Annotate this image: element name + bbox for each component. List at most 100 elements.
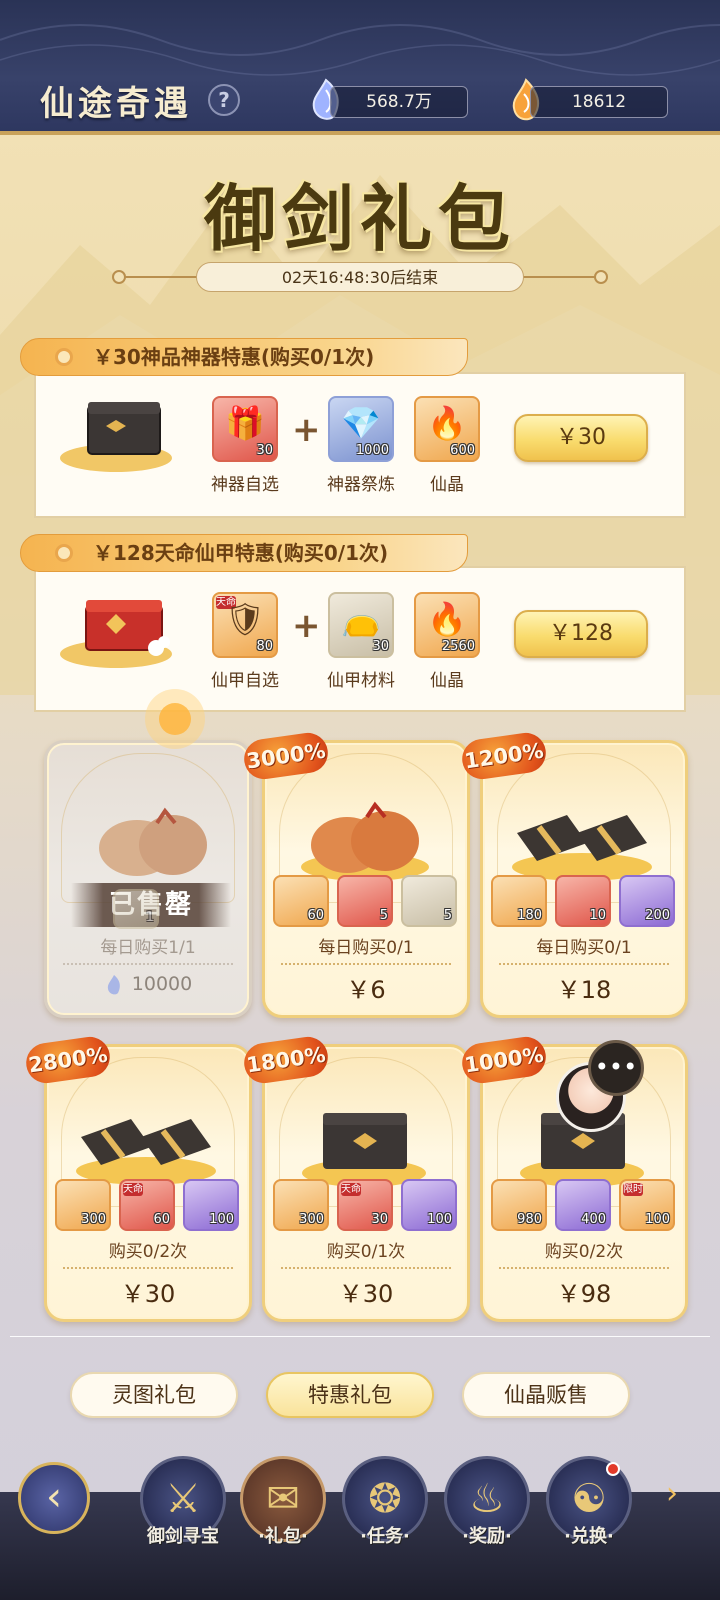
offer-tag-armor: ￥128天命仙甲特惠(购买0/1次) <box>20 534 468 572</box>
pack-item[interactable]: 400 <box>555 1179 611 1231</box>
item-qty: 30 <box>371 1212 388 1227</box>
pack-item[interactable]: 5 <box>401 875 457 927</box>
double-chest-icon <box>76 1119 216 1185</box>
pack-item[interactable]: 180 <box>491 875 547 927</box>
item-qty: 2560 <box>441 639 475 654</box>
card-divider <box>63 963 233 965</box>
red-chest-icon: 🎁 <box>225 404 265 442</box>
pack-item[interactable]: 限时 100 <box>619 1179 675 1231</box>
item-label: 神器自选 <box>211 475 279 495</box>
item-qty: 100 <box>209 1212 234 1227</box>
item-label: 神器祭炼 <box>327 475 395 495</box>
destiny-tag: 天命 <box>341 1183 361 1196</box>
buy-30-button[interactable]: ￥30 <box>514 414 648 462</box>
daily-limit: 每日购买0/1 <box>536 938 632 958</box>
item-qty: 5 <box>379 908 388 923</box>
timer-ornament <box>594 270 608 284</box>
price-label: 10000 <box>131 973 193 995</box>
spirit-stone-balance: 568.7万 <box>330 86 468 118</box>
pack-item[interactable]: 5 <box>337 875 393 927</box>
card-divider <box>63 1267 233 1269</box>
tag-ornament-icon <box>55 544 73 562</box>
red-chest-icon <box>60 600 172 668</box>
armor-select-item[interactable]: 天命 🛡 80 <box>212 592 278 658</box>
price-label[interactable]: ￥30 <box>47 1274 249 1309</box>
item-qty: 300 <box>81 1212 106 1227</box>
offer-tag-label: ￥128天命仙甲特惠(购买0/1次) <box>93 541 389 565</box>
armor-icon: 🛡 <box>224 600 266 638</box>
price-label[interactable]: ￥30 <box>265 1274 467 1309</box>
price-label[interactable]: ￥6 <box>265 970 467 1005</box>
tab-special-pack[interactable]: 特惠礼包 <box>266 1372 434 1418</box>
item-qty: 60 <box>307 908 324 923</box>
daily-pack-card-soldout: 已售罄 1 每日购买1/1 10000 <box>44 740 252 1018</box>
pack-item[interactable]: 300 <box>273 1179 329 1231</box>
daily-pack-card-18[interactable]: 180 10 200 每日购买0/1 ￥18 <box>480 740 688 1018</box>
tag-ornament-icon <box>55 348 73 366</box>
item-qty: 180 <box>517 908 542 923</box>
chat-icon[interactable]: ••• <box>588 1040 644 1096</box>
nav-label-reward[interactable]: ·奖励· <box>432 1522 542 1548</box>
price-label[interactable]: ￥18 <box>483 970 685 1005</box>
item-qty: 1 <box>145 910 154 925</box>
nav-label-exchange[interactable]: ·兑换· <box>534 1522 644 1548</box>
offer-tag-label: ￥30神品神器特惠(购买0/1次) <box>93 345 375 369</box>
help-icon[interactable]: ? <box>208 84 240 116</box>
page-title: 仙途奇遇 <box>40 84 192 124</box>
daily-pack-card-6[interactable]: 60 5 5 每日购买0/1 ￥6 <box>262 740 470 1018</box>
event-title: 御剑礼包 <box>203 176 516 261</box>
daily-limit: 每日购买0/1 <box>318 938 414 958</box>
item-qty: 30 <box>256 443 273 458</box>
item-qty: 200 <box>645 908 670 923</box>
nav-label-treasure[interactable]: 御剑寻宝 <box>128 1522 238 1548</box>
pack-card-30a[interactable]: 300 天命 60 100 购买0/2次 ￥30 <box>44 1044 252 1322</box>
next-arrow-icon[interactable]: › <box>666 1476 678 1511</box>
tab-spirit-map-pack[interactable]: 灵图礼包 <box>70 1372 238 1418</box>
glow-orb-icon <box>145 689 205 749</box>
item-qty: 80 <box>256 639 273 654</box>
card-divider <box>281 963 451 965</box>
spirit-stone-icon <box>107 974 120 994</box>
notification-dot <box>606 1462 620 1476</box>
plus-icon: + <box>292 606 321 646</box>
item-label: 仙甲材料 <box>327 671 395 691</box>
section-divider <box>10 1336 710 1337</box>
pack-item[interactable]: 100 <box>401 1179 457 1231</box>
price-row: 10000 <box>47 973 249 996</box>
purchase-limit: 购买0/2次 <box>108 1242 188 1262</box>
dark-chest-icon <box>302 1113 426 1187</box>
pack-item[interactable]: 60 <box>273 875 329 927</box>
tab-crystal-sale[interactable]: 仙晶贩售 <box>462 1372 630 1418</box>
artifact-select-item[interactable]: 🎁 30 <box>212 396 278 462</box>
bag-icon <box>301 801 429 881</box>
plus-icon: + <box>292 410 321 450</box>
back-arrow-icon[interactable]: ‹ <box>18 1462 90 1534</box>
item-qty: 980 <box>517 1212 542 1227</box>
pack-item[interactable]: 天命 60 <box>119 1179 175 1231</box>
limited-tag: 限时 <box>623 1183 643 1196</box>
card-divider <box>499 1267 669 1269</box>
flame-crystal-balance: 18612 <box>530 86 668 118</box>
pack-item[interactable]: 980 <box>491 1179 547 1231</box>
item-qty: 100 <box>645 1212 670 1227</box>
nav-label-pack[interactable]: ·礼包· <box>228 1522 338 1548</box>
destiny-tag: 天命 <box>123 1183 143 1196</box>
item-qty: 300 <box>299 1212 324 1227</box>
pack-item[interactable]: 天命 30 <box>337 1179 393 1231</box>
artifact-refine-item[interactable]: 💎 1000 <box>328 396 394 462</box>
nav-label-task[interactable]: ·任务· <box>330 1522 440 1548</box>
price-label[interactable]: ￥98 <box>483 1274 685 1309</box>
pack-item[interactable]: 10 <box>555 875 611 927</box>
armor-material-item[interactable]: 👝 30 <box>328 592 394 658</box>
item-qty: 600 <box>450 443 475 458</box>
item-qty: 5 <box>443 908 452 923</box>
fairy-crystal-item[interactable]: 🔥 600 <box>414 396 480 462</box>
item-label: 仙甲自选 <box>211 671 279 691</box>
pack-item[interactable]: 300 <box>55 1179 111 1231</box>
pack-card-30b[interactable]: 300 天命 30 100 购买0/1次 ￥30 <box>262 1044 470 1322</box>
bag-icon <box>99 807 207 876</box>
fairy-crystal-item[interactable]: 🔥 2560 <box>414 592 480 658</box>
buy-128-button[interactable]: ￥128 <box>514 610 648 658</box>
pack-item[interactable]: 200 <box>619 875 675 927</box>
pack-item[interactable]: 100 <box>183 1179 239 1231</box>
